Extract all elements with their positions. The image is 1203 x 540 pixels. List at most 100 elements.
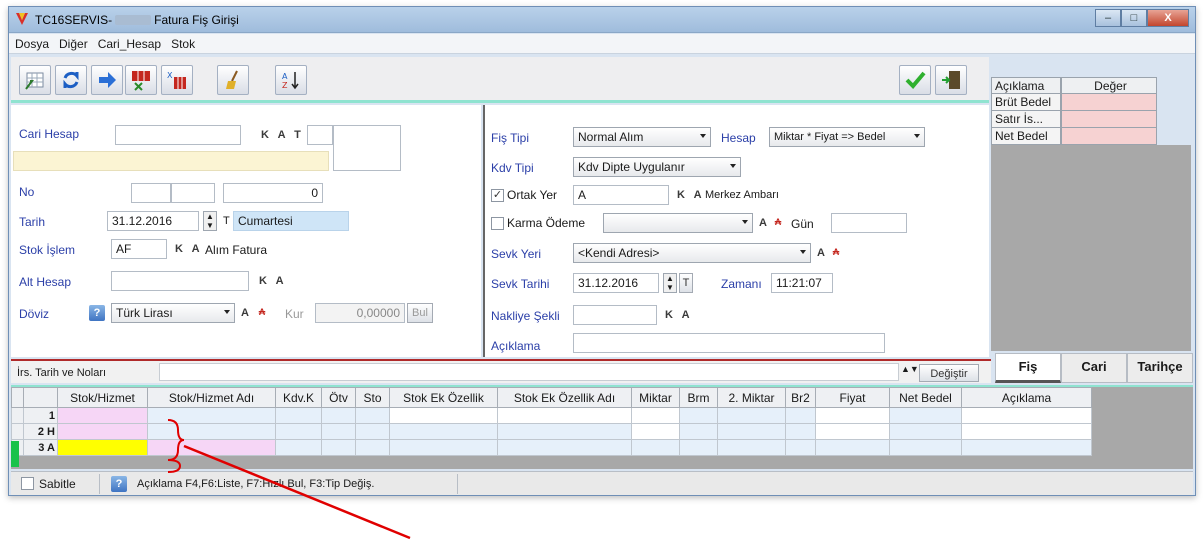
brm-cell[interactable]	[679, 439, 718, 456]
ek-ozellik-cell[interactable]	[389, 407, 498, 424]
karma-odeme-dropdown[interactable]	[603, 213, 753, 233]
miktar2-cell[interactable]	[717, 407, 786, 424]
br2-cell[interactable]	[785, 407, 816, 424]
aciklama-cell[interactable]	[961, 439, 1092, 456]
sabitle-checkbox[interactable]	[21, 477, 34, 490]
nakliye-sekli-input[interactable]	[573, 305, 657, 325]
doviz-dropdown[interactable]: Türk Lirası	[111, 303, 235, 323]
br2-cell[interactable]	[785, 439, 816, 456]
otv-cell[interactable]	[321, 423, 356, 440]
degistir-button[interactable]: Değiştir	[919, 364, 979, 382]
tarih-spinner[interactable]: ▲ ▼	[203, 211, 217, 231]
aciklama-cell[interactable]	[961, 423, 1092, 440]
ortak-yer-input[interactable]: A	[573, 185, 669, 205]
sevk-a-button[interactable]: A	[817, 247, 828, 259]
stok-hizmet-cell[interactable]	[57, 423, 148, 440]
az-search-icon[interactable]: ₳	[829, 245, 843, 259]
kur-input[interactable]: 0,00000	[315, 303, 405, 323]
ortak-yer-ka-buttons[interactable]: K A	[677, 189, 705, 201]
grid-col-stok-ek-ozellik-adi[interactable]: Stok Ek Özellik Adı	[497, 387, 632, 408]
brm-cell[interactable]	[679, 407, 718, 424]
no-number-input[interactable]: 0	[223, 183, 323, 203]
ortak-yer-checkbox[interactable]: ✓	[491, 189, 504, 202]
tarih-today-button[interactable]: T	[223, 215, 230, 227]
clear-button[interactable]	[217, 65, 249, 95]
tarih-input[interactable]: 31.12.2016	[107, 211, 199, 231]
irsaliye-spinner[interactable]: ▲▼	[901, 364, 919, 374]
ek-ozellik-adi-cell[interactable]	[497, 439, 632, 456]
minimize-button[interactable]: –	[1095, 9, 1121, 27]
menu-stok[interactable]: Stok	[171, 37, 195, 51]
net-bedel-cell[interactable]	[889, 423, 962, 440]
doviz-a-button[interactable]: A	[241, 307, 252, 319]
aciklama-input[interactable]	[573, 333, 885, 353]
stok-hizmet-adi-cell[interactable]	[147, 423, 276, 440]
fiyat-cell[interactable]	[815, 407, 890, 424]
az-search-icon[interactable]: ₳	[255, 305, 269, 319]
sort-button[interactable]: AZ	[275, 65, 307, 95]
menu-diger[interactable]: Diğer	[59, 37, 88, 51]
stok-hizmet-adi-cell[interactable]	[147, 439, 276, 456]
br2-cell[interactable]	[785, 423, 816, 440]
stok-hizmet-adi-cell[interactable]	[147, 407, 276, 424]
grid-col-fiyat[interactable]: Fiyat	[815, 387, 890, 408]
kdv-cell[interactable]	[275, 423, 322, 440]
net-bedel-cell[interactable]	[889, 439, 962, 456]
sto-cell[interactable]	[355, 439, 390, 456]
miktar-cell[interactable]	[631, 407, 680, 424]
cari-type-field[interactable]	[307, 125, 333, 145]
sevk-tarihi-input[interactable]: 31.12.2016	[573, 273, 659, 293]
otv-cell[interactable]	[321, 407, 356, 424]
ek-ozellik-adi-cell[interactable]	[497, 423, 632, 440]
gun-input[interactable]	[831, 213, 907, 233]
ek-ozellik-cell[interactable]	[389, 423, 498, 440]
hesap-dropdown[interactable]: Miktar * Fiyat => Bedel	[769, 127, 925, 147]
fiyat-cell[interactable]	[815, 423, 890, 440]
grid-col-net-bedel[interactable]: Net Bedel	[889, 387, 962, 408]
grid-button[interactable]	[19, 65, 51, 95]
kdv-cell[interactable]	[275, 439, 322, 456]
alt-hesap-input[interactable]	[111, 271, 249, 291]
delete-table-button[interactable]	[125, 65, 157, 95]
grid-col-kdv-k[interactable]: Kdv.K	[275, 387, 322, 408]
exit-button[interactable]	[935, 65, 967, 95]
sort-table-button[interactable]: X	[161, 65, 193, 95]
grid-col-sto[interactable]: Sto	[355, 387, 390, 408]
nakliye-ka-buttons[interactable]: K A	[665, 309, 693, 321]
bul-button[interactable]: Bul	[407, 303, 433, 323]
sto-cell[interactable]	[355, 423, 390, 440]
sto-cell[interactable]	[355, 407, 390, 424]
cari-hesap-input[interactable]	[115, 125, 241, 145]
grid-col-otv[interactable]: Ötv	[321, 387, 356, 408]
sevk-today-button[interactable]: T	[679, 273, 693, 293]
grid-col-aciklama[interactable]: Açıklama	[961, 387, 1092, 408]
help-icon[interactable]: ?	[111, 476, 127, 492]
alt-hesap-ka-buttons[interactable]: K A	[259, 275, 287, 287]
stok-islem-ka-buttons[interactable]: K A	[175, 243, 203, 255]
stok-hizmet-cell[interactable]	[57, 407, 148, 424]
sevk-yeri-dropdown[interactable]: <Kendi Adresi>	[573, 243, 811, 263]
tab-cari[interactable]: Cari	[1061, 353, 1127, 383]
otv-cell[interactable]	[321, 439, 356, 456]
ek-ozellik-adi-cell[interactable]	[497, 407, 632, 424]
grid-col-stok-hizmet[interactable]: Stok/Hizmet	[57, 387, 148, 408]
menu-cari-hesap[interactable]: Cari_Hesap	[98, 37, 161, 51]
next-button[interactable]	[91, 65, 123, 95]
zamani-input[interactable]: 11:21:07	[771, 273, 833, 293]
kdv-tipi-dropdown[interactable]: Kdv Dipte Uygulanır	[573, 157, 741, 177]
grid-col-stok-hizmet-adi[interactable]: Stok/Hizmet Adı	[147, 387, 276, 408]
ek-ozellik-cell[interactable]	[389, 439, 498, 456]
grid-col-miktar[interactable]: Miktar	[631, 387, 680, 408]
miktar-cell[interactable]	[631, 423, 680, 440]
tab-fis[interactable]: Fiş	[995, 353, 1061, 383]
help-icon[interactable]: ?	[89, 305, 105, 321]
maximize-button[interactable]: □	[1121, 9, 1147, 27]
grid-col-stok-ek-ozellik[interactable]: Stok Ek Özellik	[389, 387, 498, 408]
miktar2-cell[interactable]	[717, 423, 786, 440]
confirm-button[interactable]	[899, 65, 931, 95]
grid-col-brm[interactable]: Brm	[679, 387, 718, 408]
kdv-cell[interactable]	[275, 407, 322, 424]
karma-odeme-checkbox[interactable]	[491, 217, 504, 230]
close-button[interactable]: X	[1147, 9, 1189, 27]
refresh-button[interactable]	[55, 65, 87, 95]
